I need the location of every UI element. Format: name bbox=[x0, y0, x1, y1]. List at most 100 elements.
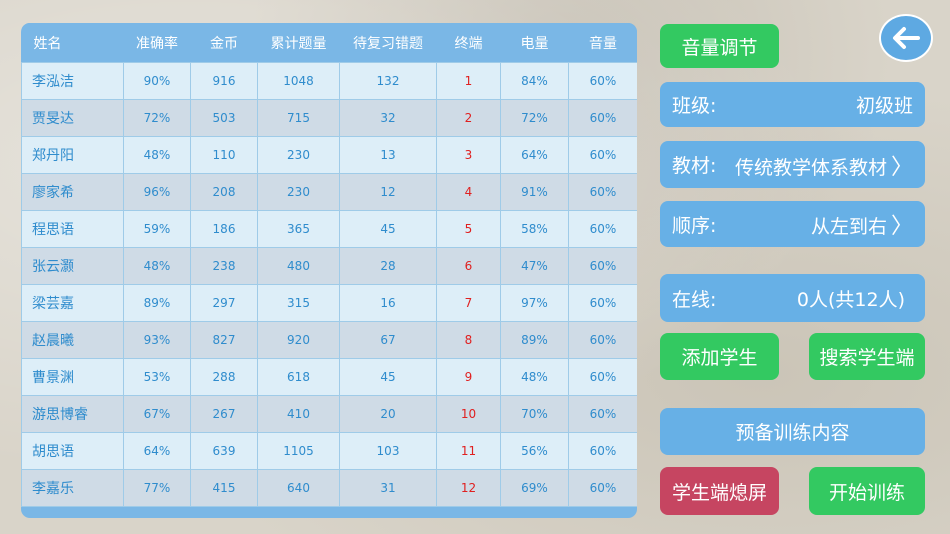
table-cell: 48% bbox=[123, 247, 191, 285]
table-cell: 186 bbox=[190, 210, 258, 248]
table-cell: 56% bbox=[500, 432, 569, 470]
table-row[interactable]: 李泓洁 90% 916 1048 132 1 84% 60% bbox=[21, 62, 637, 100]
table-cell: 67% bbox=[123, 395, 191, 433]
table-row[interactable]: 胡思语 64% 639 1105 103 11 56% 60% bbox=[21, 432, 637, 470]
table-cell: 365 bbox=[257, 210, 340, 248]
screen-off-label: 学生端熄屏 bbox=[671, 481, 767, 504]
table-cell: 715 bbox=[257, 99, 340, 137]
table-cell: 64% bbox=[500, 136, 569, 174]
material-value: 传统教学体系教材 bbox=[734, 156, 887, 179]
table-cell: 28 bbox=[339, 247, 437, 285]
table-cell: 60% bbox=[568, 247, 637, 285]
table-cell: 297 bbox=[190, 284, 258, 322]
table-cell: 67 bbox=[339, 321, 437, 359]
order-label: 顺序: bbox=[672, 214, 717, 237]
student-name-cell: 梁芸嘉 bbox=[21, 284, 124, 322]
table-cell: 60% bbox=[568, 395, 637, 433]
table-cell: 13 bbox=[339, 136, 437, 174]
screen-off-button[interactable]: 学生端熄屏 bbox=[660, 467, 779, 515]
class-label: 班级: bbox=[672, 95, 717, 117]
table-cell: 84% bbox=[500, 62, 569, 100]
student-name-cell: 胡思语 bbox=[21, 432, 124, 470]
table-row[interactable]: 贾旻达 72% 503 715 32 2 72% 60% bbox=[21, 99, 637, 137]
student-name-cell: 赵晨曦 bbox=[21, 321, 124, 359]
table-cell: 96% bbox=[123, 173, 191, 211]
table-cell: 230 bbox=[257, 136, 340, 174]
table-row[interactable]: 张云灏 48% 238 480 28 6 47% 60% bbox=[21, 247, 637, 285]
table-cell: 32 bbox=[339, 99, 437, 137]
student-name-cell: 李嘉乐 bbox=[21, 469, 124, 507]
table-row[interactable]: 曹景渊 53% 288 618 45 9 48% 60% bbox=[21, 358, 637, 396]
chevron-right-icon: 〉 bbox=[890, 214, 913, 239]
table-cell: 132 bbox=[339, 62, 437, 100]
student-name-cell: 郑丹阳 bbox=[21, 136, 124, 174]
prepare-content-label: 预备训练内容 bbox=[735, 422, 850, 444]
table-cell: 60% bbox=[568, 136, 637, 174]
back-button[interactable] bbox=[879, 14, 933, 62]
table-cell: 72% bbox=[500, 99, 569, 137]
material-label: 教材: bbox=[672, 155, 717, 177]
table-row[interactable]: 游思博睿 67% 267 410 20 10 70% 60% bbox=[21, 395, 637, 433]
table-cell: 72% bbox=[123, 99, 191, 137]
table-cell: 3 bbox=[436, 136, 501, 174]
table-cell: 6 bbox=[436, 247, 501, 285]
start-training-button[interactable]: 开始训练 bbox=[809, 467, 925, 515]
table-cell: 410 bbox=[257, 395, 340, 433]
table-cell: 916 bbox=[190, 62, 258, 100]
chevron-right-icon: 〉 bbox=[890, 154, 913, 180]
table-row[interactable]: 李嘉乐 77% 415 640 31 12 69% 60% bbox=[21, 469, 637, 507]
material-selector[interactable]: 教材: 传统教学体系教材〉 bbox=[660, 141, 925, 188]
column-header: 待复习错题 bbox=[339, 23, 437, 63]
table-row[interactable]: 廖家希 96% 208 230 12 4 91% 60% bbox=[21, 173, 637, 211]
table-cell: 4 bbox=[436, 173, 501, 211]
table-cell: 1 bbox=[436, 62, 501, 100]
table-row[interactable]: 梁芸嘉 89% 297 315 16 7 97% 60% bbox=[21, 284, 637, 322]
table-cell: 64% bbox=[123, 432, 191, 470]
table-cell: 60% bbox=[568, 321, 637, 359]
student-name-cell: 李泓洁 bbox=[21, 62, 124, 100]
student-table-panel: 姓名 准确率 金币 累计题量 待复习错题 终端 电量 音量 李泓洁 90% 916 1048 132 1… bbox=[21, 23, 637, 518]
online-label: 在线: bbox=[672, 288, 717, 311]
table-cell: 315 bbox=[257, 284, 340, 322]
class-selector[interactable]: 班级: 初级班 bbox=[660, 82, 925, 127]
table-cell: 45 bbox=[339, 358, 437, 396]
order-value: 从左到右 bbox=[810, 216, 887, 238]
table-cell: 60% bbox=[568, 284, 637, 322]
student-name-cell: 张云灏 bbox=[21, 247, 124, 285]
volume-adjust-button[interactable]: 音量调节 bbox=[660, 24, 779, 68]
online-value: 0人(共12人) bbox=[796, 288, 905, 311]
table-cell: 60% bbox=[568, 358, 637, 396]
table-cell: 91% bbox=[500, 173, 569, 211]
table-cell: 93% bbox=[123, 321, 191, 359]
prepare-content-button[interactable]: 预备训练内容 bbox=[660, 408, 925, 455]
table-cell: 8 bbox=[436, 321, 501, 359]
table-cell: 60% bbox=[568, 173, 637, 211]
table-cell: 77% bbox=[123, 469, 191, 507]
table-cell: 640 bbox=[257, 469, 340, 507]
order-selector[interactable]: 顺序: 从左到右〉 bbox=[660, 201, 925, 247]
start-training-label: 开始训练 bbox=[828, 481, 905, 504]
table-row[interactable]: 郑丹阳 48% 110 230 13 3 64% 60% bbox=[21, 136, 637, 174]
volume-adjust-label: 音量调节 bbox=[681, 36, 758, 59]
table-cell: 89% bbox=[123, 284, 191, 322]
table-cell: 97% bbox=[500, 284, 569, 322]
online-status: 在线: 0人(共12人) bbox=[660, 274, 925, 322]
table-cell: 238 bbox=[190, 247, 258, 285]
table-cell: 7 bbox=[436, 284, 501, 322]
table-cell: 103 bbox=[339, 432, 437, 470]
table-cell: 58% bbox=[500, 210, 569, 248]
column-header: 音量 bbox=[568, 23, 637, 63]
table-row[interactable]: 赵晨曦 93% 827 920 67 8 89% 60% bbox=[21, 321, 637, 359]
table-cell: 60% bbox=[568, 432, 637, 470]
table-row[interactable]: 程思语 59% 186 365 45 5 58% 60% bbox=[21, 210, 637, 248]
column-header: 累计题量 bbox=[257, 23, 340, 63]
student-name-cell: 廖家希 bbox=[21, 173, 124, 211]
table-cell: 70% bbox=[500, 395, 569, 433]
table-cell: 12 bbox=[436, 469, 501, 507]
table-cell: 59% bbox=[123, 210, 191, 248]
add-student-button[interactable]: 添加学生 bbox=[660, 333, 779, 380]
table-cell: 60% bbox=[568, 99, 637, 137]
column-header: 姓名 bbox=[21, 23, 124, 63]
search-student-button[interactable]: 搜索学生端 bbox=[809, 333, 925, 380]
table-cell: 267 bbox=[190, 395, 258, 433]
